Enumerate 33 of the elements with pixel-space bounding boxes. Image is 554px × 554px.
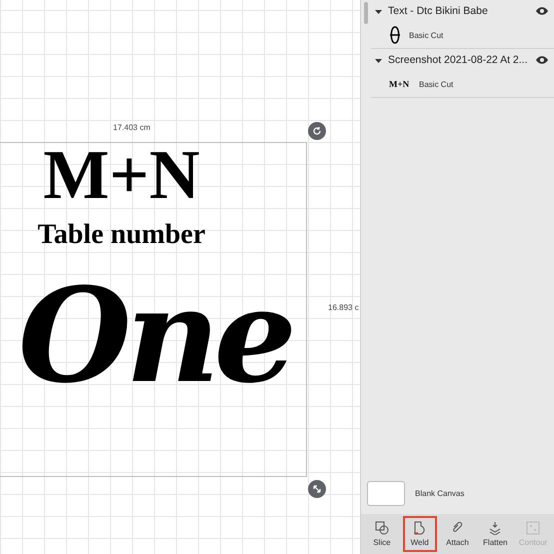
monogram-thumbnail: M+N (389, 79, 410, 89)
layer-group-title[interactable]: Screenshot 2021-08-22 At 2... (388, 54, 530, 66)
slice-button[interactable]: Slice (365, 516, 399, 552)
canvas-swatch[interactable] (367, 480, 405, 506)
blank-canvas-label: Blank Canvas (415, 488, 464, 498)
script-text: One (18, 261, 292, 411)
selection-box[interactable]: M+N Table number One (0, 142, 307, 477)
resize-handle[interactable] (308, 480, 326, 498)
weld-button[interactable]: Weld (402, 516, 437, 552)
heading-text: Table number (38, 219, 206, 251)
caret-icon[interactable] (375, 8, 382, 14)
layer-label[interactable]: Basic Cut (409, 30, 444, 40)
attach-button[interactable]: Attach (440, 516, 474, 552)
flatten-button[interactable]: Flatten (478, 516, 512, 552)
layers-icon (488, 521, 502, 535)
width-label: 17.403 cm (113, 123, 150, 132)
layer-label[interactable]: Basic Cut (419, 80, 454, 88)
slice-icon (374, 521, 389, 535)
script-letter-thumbnail (389, 25, 401, 45)
scrollbar-thumb[interactable] (364, 2, 368, 24)
rotate-icon (312, 126, 322, 136)
contour-icon (526, 521, 540, 535)
eye-icon[interactable] (536, 56, 548, 64)
rotate-handle[interactable] (308, 122, 326, 140)
caret-icon[interactable] (375, 56, 382, 64)
resize-icon (312, 484, 322, 494)
design-canvas[interactable]: 17.403 cm 16.893 c M+N Table number One (0, 0, 360, 554)
height-label: 16.893 c (328, 303, 359, 312)
paperclip-icon (450, 521, 464, 535)
layer-group-title[interactable]: Text - Dtc Bikini Babe (388, 5, 530, 17)
monogram-text: M+N (43, 145, 200, 207)
weld-icon (412, 521, 427, 535)
eye-icon[interactable] (536, 7, 548, 15)
